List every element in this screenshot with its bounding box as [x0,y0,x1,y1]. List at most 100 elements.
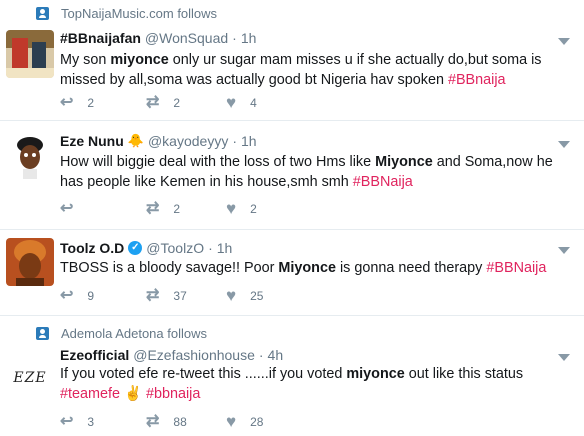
avatar[interactable] [6,133,54,181]
reply-count: 2 [87,96,95,110]
user-handle[interactable]: @Ezefashionhouse [133,347,255,363]
avatar-image [6,30,54,78]
like-count: 25 [250,289,264,303]
tweet-text-line: #teamefe ✌ #bbnaija [60,384,572,404]
like-button[interactable]: ♥ 4 [226,93,257,112]
heart-icon: ♥ [226,286,237,305]
hashtag-link[interactable]: #bbnaija [146,386,200,402]
reply-count: 9 [87,289,95,303]
timestamp[interactable]: 4h [268,347,284,363]
tweet-item[interactable]: Eze Nunu 🐥 @kayodeyyy · 1h How will bigg… [0,121,584,230]
hashtag-link[interactable]: #BBNaija [486,260,546,276]
tweet-text: My son miyonce only ur sugar mam misses … [60,50,572,90]
social-context-label[interactable]: TopNaijaMusic.com follows [61,6,217,21]
display-name[interactable]: Ezeofficial [60,347,129,363]
tweet-item[interactable]: Toolz O.D ✓ @ToolzO · 1h TBOSS is a bloo… [0,230,584,316]
victory-hand-emoji-icon: ✌ [120,386,146,402]
chevron-down-icon[interactable] [558,141,570,148]
chevron-down-icon[interactable] [558,354,570,361]
text-span: and Soma,now he [432,154,553,170]
tweet-text-line: has people like Kemen in his house,smh s… [60,172,572,192]
tweet-item[interactable]: TopNaijaMusic.com follows #BBnaijafan @W… [0,0,584,121]
display-name[interactable]: Toolz O.D [60,240,124,256]
display-name[interactable]: #BBnaijafan [60,30,141,46]
avatar-image [6,133,54,181]
reply-button[interactable]: ↩ 2 [60,95,146,111]
keyword-highlight: Miyonce [375,154,433,170]
text-span: If you voted efe re-tweet this ......if … [60,366,347,382]
tweet-text-line: How will biggie deal with the loss of tw… [60,152,572,172]
avatar[interactable] [6,238,54,286]
tweet-text: How will biggie deal with the loss of tw… [60,152,572,192]
tweet-header: Eze Nunu 🐥 @kayodeyyy · 1h [60,133,257,149]
text-span: has people like Kemen in his house,smh s… [60,174,353,190]
retweet-icon: ⇄ [146,287,160,304]
social-context: TopNaijaMusic.com follows [36,6,217,21]
like-count: 28 [250,415,264,429]
tweet-text: TBOSS is a bloody savage!! Poor Miyonce … [60,258,572,278]
tweet-actions: ↩ ⇄ 2 ♥ 2 [60,199,257,218]
like-button[interactable]: ♥ 25 [226,286,264,305]
reply-button[interactable]: ↩ 3 [60,414,146,430]
avatar[interactable] [6,30,54,78]
tweet-header: Ezeofficial @Ezefashionhouse · 4h [60,347,283,363]
user-handle[interactable]: @ToolzO [146,240,204,256]
user-handle[interactable]: @kayodeyyy [148,133,228,149]
retweet-icon: ⇄ [146,413,160,430]
reply-icon: ↩ [60,413,74,430]
heart-icon: ♥ [226,199,237,218]
person-icon [36,7,49,20]
retweet-count: 2 [173,202,181,216]
keyword-highlight: miyonce [346,366,405,382]
retweet-button[interactable]: ⇄ 37 [146,288,226,304]
avatar[interactable]: EZE [6,354,54,402]
retweet-icon: ⇄ [146,200,160,217]
separator-dot: · [258,347,264,363]
timestamp[interactable]: 1h [241,30,257,46]
separator-dot: · [208,240,213,256]
timestamp[interactable]: 1h [217,240,233,256]
keyword-highlight: Miyonce [278,260,336,276]
text-span: How will biggie deal with the loss of tw… [60,154,376,170]
tweet-actions: ↩ 9 ⇄ 37 ♥ 25 [60,286,264,305]
retweet-count: 88 [173,415,187,429]
reply-button[interactable]: ↩ 9 [60,288,146,304]
chick-emoji-icon: 🐥 [127,133,144,148]
user-handle[interactable]: @WonSquad [145,30,228,46]
reply-button[interactable]: ↩ [60,201,146,217]
like-button[interactable]: ♥ 2 [226,199,257,218]
separator-dot: · [232,133,237,149]
timestamp[interactable]: 1h [241,133,257,149]
like-button[interactable]: ♥ 28 [226,413,264,430]
reply-icon: ↩ [60,287,74,304]
retweet-button[interactable]: ⇄ 2 [146,95,226,111]
text-span: out like this status [404,366,524,382]
tweet-actions: ↩ 2 ⇄ 2 ♥ 4 [60,93,257,112]
chevron-down-icon[interactable] [558,247,570,254]
hashtag-link[interactable]: #BBnaija [448,72,506,88]
avatar-image [6,238,54,286]
tweet-item[interactable]: Ademola Adetona follows EZE Ezeofficial … [0,316,584,436]
hashtag-link[interactable]: #teamefe [60,386,120,402]
tweet-header: Toolz O.D ✓ @ToolzO · 1h [60,240,232,256]
separator-dot: · [232,30,237,46]
tweet-text-line: If you voted efe re-tweet this ......if … [60,364,572,384]
display-name[interactable]: Eze Nunu [60,133,124,149]
like-count: 4 [250,96,257,110]
text-span: missed by all,soma was actually good bt … [60,72,448,88]
tweet-header: #BBnaijafan @WonSquad · 1h [60,30,256,46]
tweet-text-line: My son miyonce only ur sugar mam misses … [60,50,572,70]
tweet-text-line: missed by all,soma was actually good bt … [60,70,572,90]
tweet-text: If you voted efe re-tweet this ......if … [60,364,572,404]
chevron-down-icon[interactable] [558,38,570,45]
social-context-label[interactable]: Ademola Adetona follows [61,326,207,341]
hashtag-link[interactable]: #BBNaija [353,174,413,190]
avatar-logo-text: EZE [13,370,47,386]
person-icon [36,327,49,340]
tweet-text-line: TBOSS is a bloody savage!! Poor Miyonce … [60,258,572,278]
heart-icon: ♥ [226,93,237,112]
text-span: only ur sugar mam misses u if she actual… [168,52,542,68]
retweet-button[interactable]: ⇄ 88 [146,414,226,430]
retweet-icon: ⇄ [146,94,160,111]
retweet-button[interactable]: ⇄ 2 [146,201,226,217]
